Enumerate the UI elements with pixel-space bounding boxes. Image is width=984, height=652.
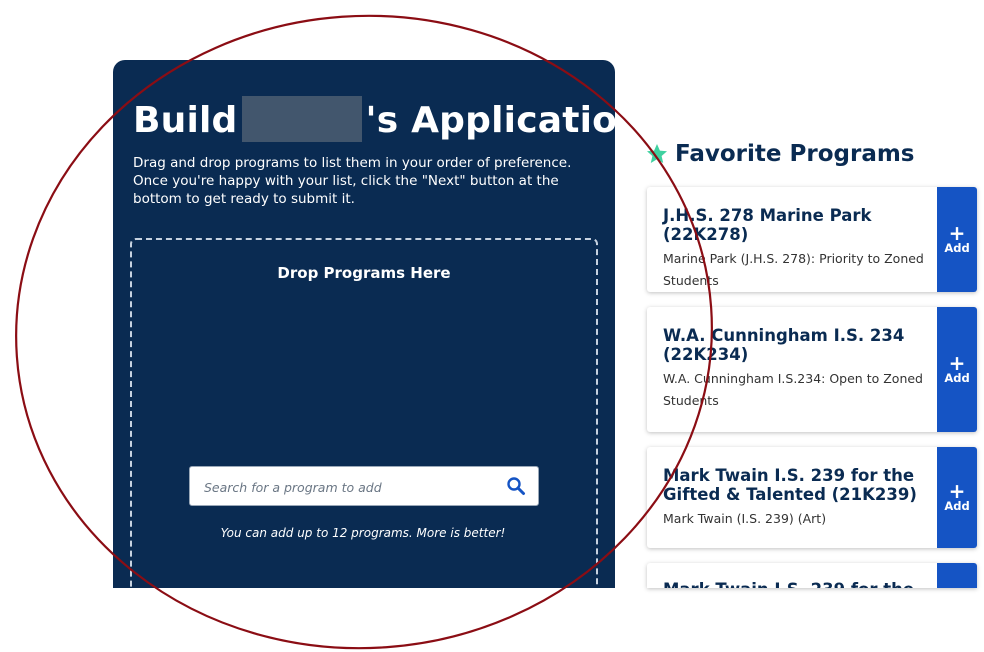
plus-icon: + <box>948 350 966 375</box>
redacted-name <box>241 96 362 142</box>
add-program-button[interactable]: + Add <box>937 187 977 292</box>
favorites-title: Favorite Programs <box>675 141 915 167</box>
plus-icon: + <box>948 220 966 245</box>
program-dropzone[interactable]: Drop Programs Here You can add up to 12 … <box>130 238 598 588</box>
dropzone-title: Drop Programs Here <box>277 264 451 282</box>
card-body: Mark Twain I.S. 239 for the <box>663 580 929 588</box>
program-description: Mark Twain (I.S. 239) (Art) <box>663 511 827 526</box>
star-icon <box>647 144 667 163</box>
program-name: J.H.S. 278 Marine Park (22K278) <box>663 206 872 244</box>
favorite-program-card[interactable]: Mark Twain I.S. 239 for the Gifted & Tal… <box>647 447 977 548</box>
add-label: Add <box>944 370 970 385</box>
program-name: Mark Twain I.S. 239 for the Gifted & Tal… <box>663 466 917 504</box>
program-description: Marine Park (J.H.S. 278): Priority to Zo… <box>663 251 924 288</box>
favorite-program-card[interactable]: W.A. Cunningham I.S. 234 (22K234) W.A. C… <box>647 307 977 432</box>
title-prefix: Build <box>133 100 238 141</box>
plus-icon: + <box>948 478 966 503</box>
application-builder-panel: Build 's Application Drag and drop progra… <box>113 60 615 588</box>
favorite-program-card[interactable]: J.H.S. 278 Marine Park (22K278) Marine P… <box>647 187 977 292</box>
title-suffix: 's Application <box>365 100 615 141</box>
add-program-button[interactable]: + Add <box>937 307 977 432</box>
favorite-program-card[interactable]: Mark Twain I.S. 239 for the <box>647 563 977 588</box>
page-title: Build 's Application <box>133 96 615 142</box>
program-limit-note: You can add up to 12 programs. More is b… <box>220 526 506 540</box>
card-body: Mark Twain I.S. 239 for the Gifted & Tal… <box>663 466 929 530</box>
builder-description: Drag and drop programs to list them in y… <box>133 155 572 207</box>
add-program-button[interactable] <box>937 563 977 588</box>
program-name: Mark Twain I.S. 239 for the <box>663 580 929 588</box>
program-name: W.A. Cunningham I.S. 234 (22K234) <box>663 326 905 364</box>
program-search-input[interactable] <box>202 467 496 507</box>
card-body: J.H.S. 278 Marine Park (22K278) Marine P… <box>663 206 929 292</box>
add-program-button[interactable]: + Add <box>937 447 977 548</box>
card-body: W.A. Cunningham I.S. 234 (22K234) W.A. C… <box>663 326 929 412</box>
add-label: Add <box>944 498 970 513</box>
favorites-header: Favorite Programs <box>645 138 915 170</box>
program-description: W.A. Cunningham I.S.234: Open to Zoned S… <box>663 371 923 408</box>
search-icon[interactable] <box>506 476 526 496</box>
add-label: Add <box>944 240 970 255</box>
program-search-box[interactable] <box>189 466 539 507</box>
